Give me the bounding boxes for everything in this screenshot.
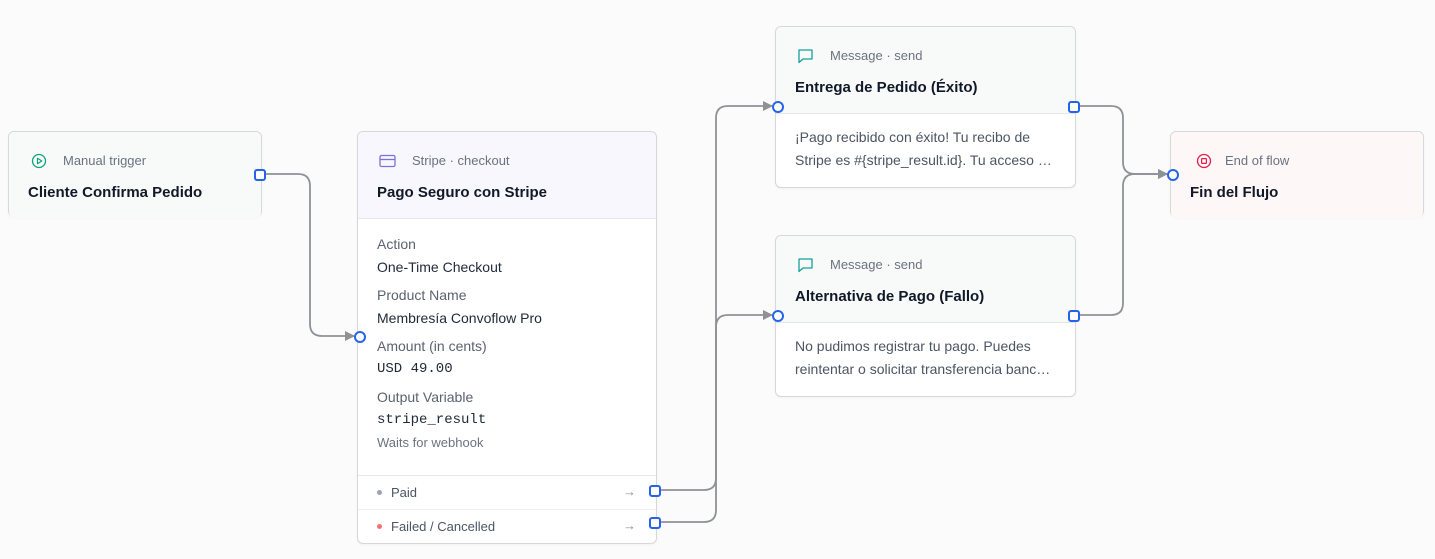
branch-label: Failed / Cancelled: [391, 519, 496, 534]
node-message-success[interactable]: Message · send Entrega de Pedido (Éxito)…: [772, 26, 1080, 188]
node-end-of-flow[interactable]: End of flow Fin del Flujo: [1167, 131, 1424, 218]
input-port[interactable]: [1167, 169, 1179, 181]
node-kind-label: End of flow: [1225, 153, 1290, 168]
message-preview: No pudimos registrar tu pago. Puedes rei…: [776, 323, 1075, 381]
field-value-action: One-Time Checkout: [377, 259, 502, 275]
message-icon: [796, 46, 815, 65]
credit-card-icon: [378, 151, 397, 170]
branch-dot: [377, 490, 382, 495]
node-body: Action One-Time Checkout Product Name Me…: [358, 219, 656, 450]
field-label-amount: Amount (in cents): [377, 338, 487, 354]
output-port-paid[interactable]: [649, 485, 661, 497]
arrow-right-icon: →: [623, 484, 636, 499]
arrow-right-icon: →: [623, 518, 636, 533]
field-label-product-name: Product Name: [377, 287, 467, 303]
node-kind: Message · send: [796, 255, 923, 274]
edges-layer: [259, 101, 1168, 523]
branch-dot: [377, 524, 382, 529]
node-kind: Stripe · checkout: [378, 151, 510, 170]
message-icon: [796, 255, 815, 274]
node-kind: End of flow: [1191, 151, 1289, 170]
node-kind-label: Manual trigger: [63, 153, 147, 168]
node-title: Fin del Flujo: [1190, 184, 1279, 201]
node-header: Manual trigger Cliente Confirma Pedido: [9, 132, 261, 218]
message-line: reintentar o solicitar transferencia ban…: [795, 361, 1056, 377]
branch-failed-cancelled[interactable]: Failed / Cancelled →: [358, 509, 656, 543]
message-line: ¡Pago recibido con éxito! Tu recibo de: [795, 129, 1031, 145]
node-header: Message · send Entrega de Pedido (Éxito): [776, 27, 1075, 114]
edge-failed-to-failure[interactable]: [654, 310, 773, 523]
field-value-output-variable: stripe_result: [377, 412, 487, 428]
message-line: No pudimos registrar tu pago. Puedes: [795, 338, 1031, 354]
edge-success-to-end[interactable]: [1073, 105, 1168, 179]
output-port[interactable]: [254, 169, 266, 181]
node-title: Pago Seguro con Stripe: [377, 184, 548, 201]
node-manual-trigger[interactable]: Manual trigger Cliente Confirma Pedido: [8, 131, 266, 218]
node-title: Cliente Confirma Pedido: [28, 184, 203, 201]
node-kind-label: Message · send: [830, 257, 923, 272]
node-header: Stripe · checkout Pago Seguro con Stripe: [358, 132, 656, 219]
input-port[interactable]: [772, 310, 784, 322]
node-kind-label: Stripe · checkout: [412, 153, 510, 168]
node-kind-label: Message · send: [830, 48, 923, 63]
edge-trigger-to-stripe[interactable]: [259, 173, 355, 341]
message-line: Stripe es #{stripe_result.id}. Tu acceso…: [795, 152, 1056, 168]
output-port[interactable]: [1068, 101, 1080, 113]
branch-paid[interactable]: Paid →: [358, 476, 656, 509]
output-port[interactable]: [1068, 310, 1080, 322]
output-port-failed[interactable]: [649, 517, 661, 529]
node-header: Message · send Alternativa de Pago (Fall…: [776, 236, 1075, 323]
node-header: End of flow Fin del Flujo: [1171, 132, 1423, 218]
stop-circle-icon: [1194, 151, 1213, 170]
node-kind: Manual trigger: [29, 151, 146, 170]
message-preview: ¡Pago recibido con éxito! Tu recibo de S…: [776, 114, 1075, 172]
webhook-note: Waits for webhook: [377, 435, 484, 450]
branch-label: Paid: [391, 485, 418, 500]
field-label-action: Action: [377, 236, 416, 252]
field-value-product-name: Membresía Convoflow Pro: [377, 310, 542, 326]
edge-paid-to-success[interactable]: [654, 101, 773, 491]
node-title: Entrega de Pedido (Éxito): [795, 79, 978, 96]
node-title: Alternativa de Pago (Fallo): [795, 288, 985, 305]
node-message-failure[interactable]: Message · send Alternativa de Pago (Fall…: [772, 235, 1080, 397]
node-kind: Message · send: [796, 46, 923, 65]
input-port[interactable]: [772, 101, 784, 113]
branch-list: Paid → Failed / Cancelled →: [358, 475, 656, 543]
edge-failure-to-end[interactable]: [1073, 169, 1168, 316]
play-circle-icon: [29, 151, 48, 170]
node-stripe-checkout[interactable]: Stripe · checkout Pago Seguro con Stripe…: [354, 131, 661, 544]
input-port[interactable]: [354, 331, 366, 343]
field-label-output-variable: Output Variable: [377, 389, 474, 405]
field-value-amount: USD 49.00: [377, 361, 453, 377]
